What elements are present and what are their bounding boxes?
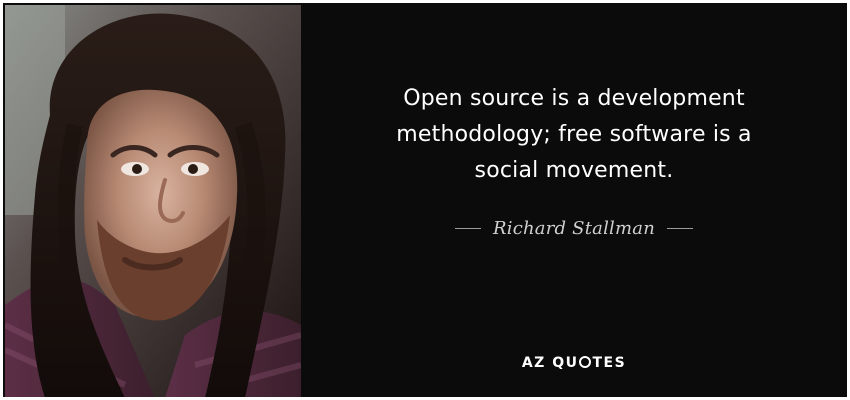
quote-author: Richard Stallman bbox=[301, 218, 847, 239]
quote-card: Open source is a development methodology… bbox=[0, 0, 850, 400]
author-photo bbox=[5, 5, 301, 397]
author-portrait bbox=[5, 5, 301, 397]
author-rule-left bbox=[455, 228, 482, 229]
quote-text: Open source is a development methodology… bbox=[396, 86, 752, 183]
quote-panel: Open source is a development methodology… bbox=[301, 3, 847, 397]
author-name: Richard Stallman bbox=[493, 218, 655, 239]
brand-name-prefix: AZ QU bbox=[521, 355, 579, 371]
author-rule-right bbox=[666, 228, 693, 229]
brand-name-suffix: TES bbox=[592, 355, 627, 371]
brand-wordmark: AZ QU TES bbox=[301, 355, 847, 371]
brand-o-mark-icon bbox=[579, 356, 592, 368]
